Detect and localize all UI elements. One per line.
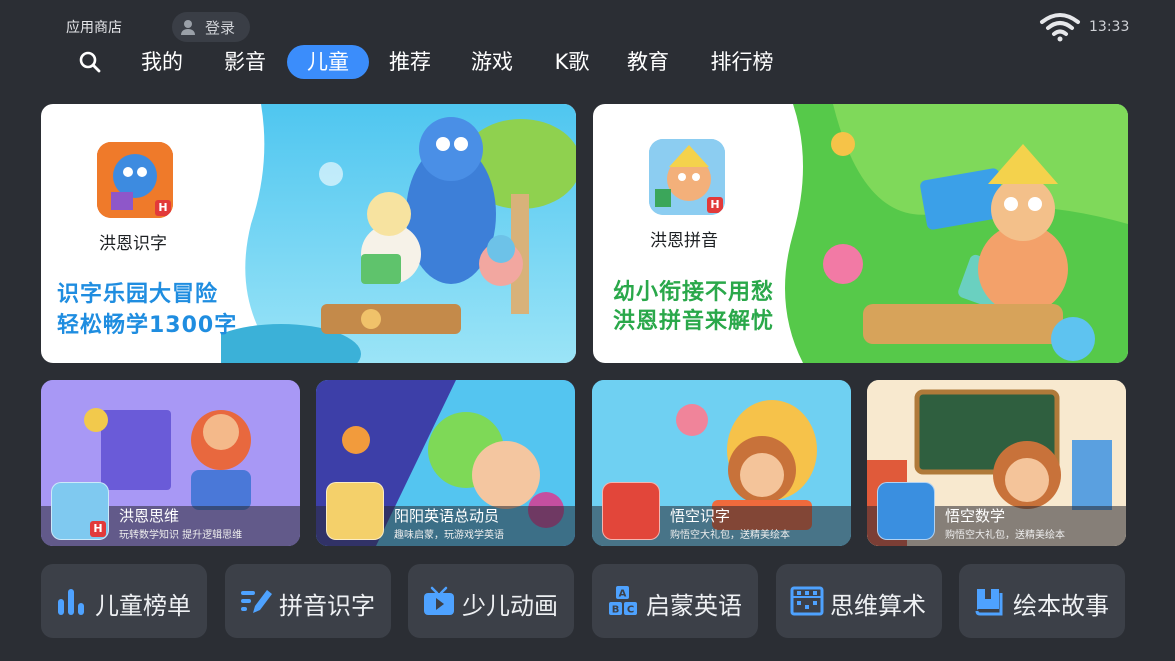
banner-illustration bbox=[221, 104, 576, 363]
pencil-icon bbox=[241, 590, 272, 613]
banner-illustration bbox=[785, 104, 1128, 363]
quick-link-label: 儿童榜单 bbox=[95, 592, 191, 620]
user-icon bbox=[181, 20, 195, 35]
card-subtitle: 玩转数学知识 提升逻辑思维 bbox=[119, 530, 243, 541]
card-yangyang-english[interactable]: 阳阳英语总动员 趣味启蒙，玩游戏学英语 bbox=[316, 380, 575, 546]
banner-slogan-line-1: 识字乐园大冒险 bbox=[57, 282, 219, 307]
svg-text:C: C bbox=[627, 605, 634, 616]
banner-slogan-line-2: 洪恩拼音来解忧 bbox=[613, 309, 775, 334]
tab-recommend[interactable]: 推荐 bbox=[378, 45, 442, 79]
yangyang-english-icon bbox=[326, 482, 384, 540]
quick-link-picture-books[interactable]: 绘本故事 bbox=[959, 564, 1125, 638]
quick-link-label: 启蒙英语 bbox=[646, 592, 742, 620]
wifi-icon bbox=[1040, 13, 1080, 42]
tab-media[interactable]: 影音 bbox=[213, 45, 277, 79]
card-wukong-math[interactable]: 悟空数学 购悟空大礼包，送精美绘本 bbox=[867, 380, 1126, 546]
main-nav: 我的 影音 儿童 推荐 游戏 K歌 教育 排行榜 bbox=[70, 45, 830, 81]
hongen-thinking-icon: H bbox=[51, 482, 109, 540]
card-subtitle: 购悟空大礼包，送精美绘本 bbox=[670, 530, 790, 541]
quick-link-label: 少儿动画 bbox=[462, 592, 558, 620]
card-wukong-literacy[interactable]: 悟空识字 购悟空大礼包，送精美绘本 bbox=[592, 380, 851, 546]
banner-slogan-line-1: 幼小衔接不用愁 bbox=[613, 280, 775, 305]
banner-hongen-literacy[interactable]: H 洪恩识字 识字乐园大冒险 轻松畅学1300字 bbox=[41, 104, 576, 363]
quick-link-label: 拼音识字 bbox=[279, 592, 375, 620]
quick-link-label: 思维算术 bbox=[830, 592, 926, 620]
book-icon bbox=[975, 589, 1003, 616]
card-title: 阳阳英语总动员 bbox=[394, 507, 500, 525]
tab-rankings[interactable]: 排行榜 bbox=[702, 45, 782, 79]
clock: 13:33 bbox=[1089, 19, 1130, 35]
status-bar: 应用商店 登录 13:33 bbox=[0, 0, 1175, 44]
quick-link-pinyin[interactable]: 拼音识字 bbox=[225, 564, 391, 638]
hongen-literacy-logo: H bbox=[97, 142, 173, 218]
quick-link-animation[interactable]: 少儿动画 bbox=[408, 564, 574, 638]
tab-kids[interactable]: 儿童 bbox=[287, 45, 369, 79]
banner-slogan-line-2: 轻松畅学1300字 bbox=[57, 313, 238, 338]
store-name: 应用商店 bbox=[66, 20, 122, 36]
card-subtitle: 购悟空大礼包，送精美绘本 bbox=[945, 530, 1065, 541]
card-title: 悟空识字 bbox=[670, 507, 731, 525]
abc-blocks-icon: A B C bbox=[609, 586, 637, 616]
hongen-badge: H bbox=[707, 197, 723, 213]
hongen-pinyin-logo: H bbox=[649, 139, 725, 215]
card-title: 悟空数学 bbox=[945, 507, 1006, 525]
quick-link-kids-ranking[interactable]: 儿童榜单 bbox=[41, 564, 207, 638]
quick-link-label: 绘本故事 bbox=[1013, 592, 1109, 620]
login-button[interactable]: 登录 bbox=[172, 12, 250, 42]
card-subtitle: 趣味启蒙，玩游戏学英语 bbox=[394, 530, 504, 541]
login-label: 登录 bbox=[205, 18, 236, 37]
wukong-literacy-icon bbox=[602, 482, 660, 540]
card-title: 洪恩思维 bbox=[119, 507, 180, 525]
quick-link-arithmetic[interactable]: 思维算术 bbox=[776, 564, 942, 638]
abacus-icon bbox=[790, 586, 824, 616]
tab-mine[interactable]: 我的 bbox=[130, 45, 194, 79]
banner-app-name: 洪恩拼音 bbox=[650, 231, 718, 251]
hongen-badge: H bbox=[155, 200, 171, 216]
tab-education[interactable]: 教育 bbox=[616, 45, 680, 79]
search-icon[interactable] bbox=[78, 50, 102, 74]
svg-text:A: A bbox=[619, 589, 627, 600]
tab-karaoke[interactable]: K歌 bbox=[540, 45, 604, 79]
bar-chart-icon bbox=[58, 589, 84, 615]
hongen-badge: H bbox=[90, 521, 106, 537]
tab-games[interactable]: 游戏 bbox=[460, 45, 524, 79]
tv-play-icon bbox=[424, 586, 454, 615]
wukong-math-icon bbox=[877, 482, 935, 540]
svg-text:B: B bbox=[612, 605, 620, 616]
banner-hongen-pinyin[interactable]: H 洪恩拼音 幼小衔接不用愁 洪恩拼音来解忧 bbox=[593, 104, 1128, 363]
card-hongen-thinking[interactable]: H 洪恩思维 玩转数学知识 提升逻辑思维 bbox=[41, 380, 300, 546]
quick-link-english[interactable]: A B C 启蒙英语 bbox=[592, 564, 758, 638]
banner-app-name: 洪恩识字 bbox=[99, 234, 167, 254]
